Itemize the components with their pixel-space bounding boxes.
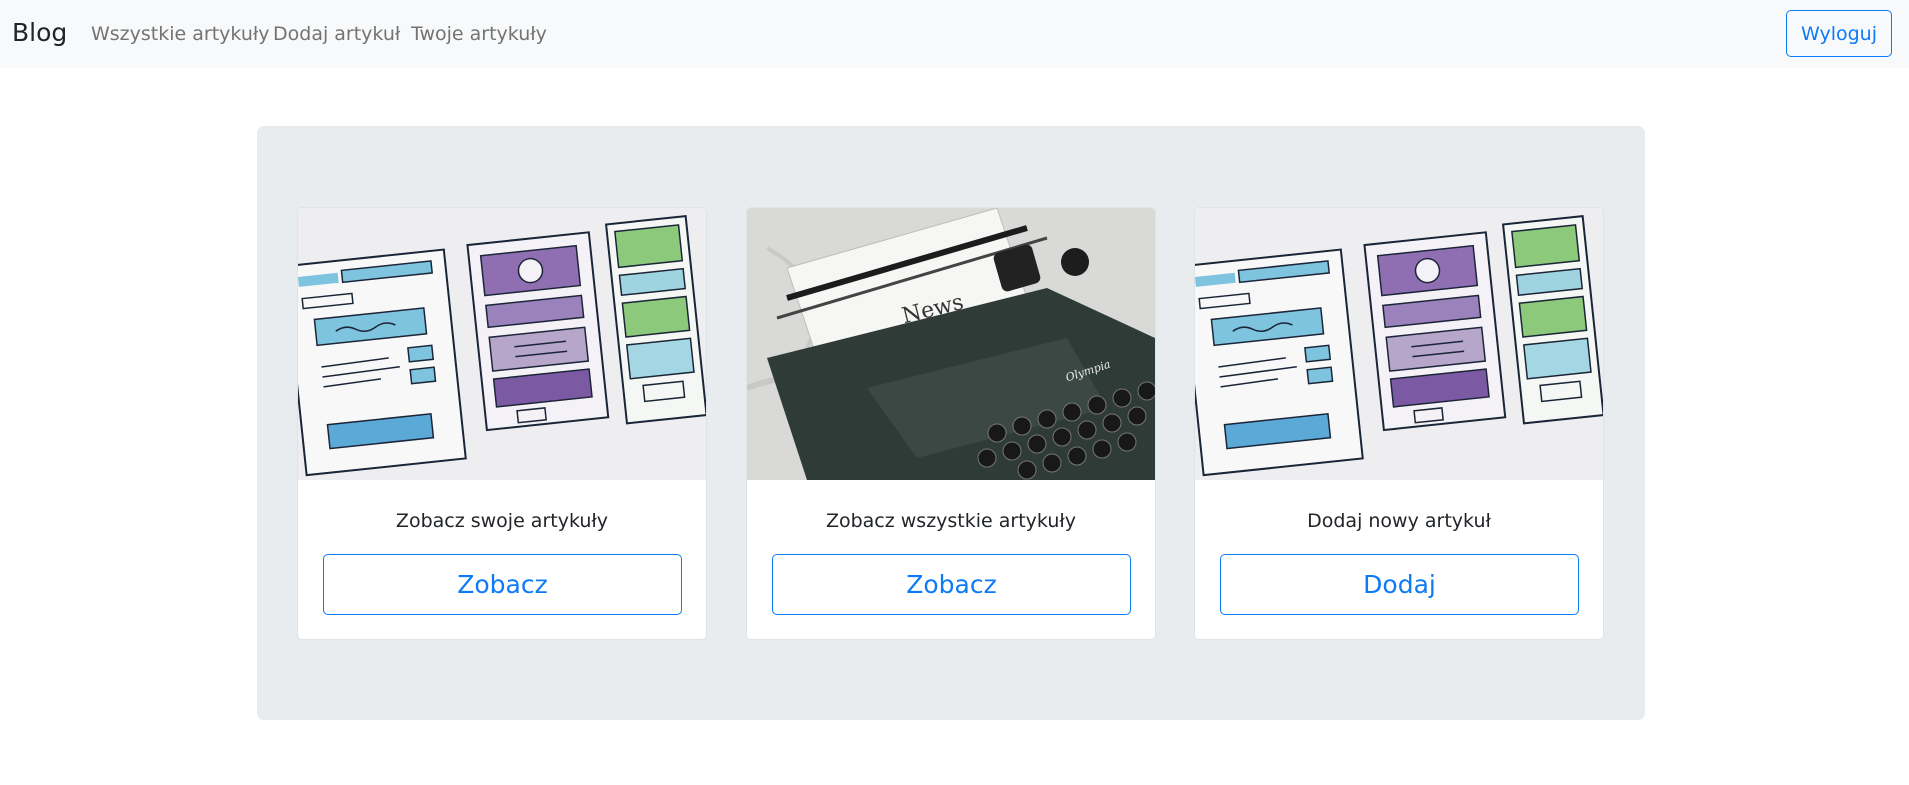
navbar: Blog Wszystkie artykuły Dodaj artykuł Tw… [0, 0, 1909, 68]
nav-link-add-article[interactable]: Dodaj artykuł [273, 23, 400, 45]
card-all-articles: News Olympia Zobacz wszystkie artykuły Z… [746, 207, 1156, 640]
nav-link-all-articles[interactable]: Wszystkie artykuły [91, 23, 270, 45]
card-text: Zobacz wszystkie artykuły [825, 510, 1077, 532]
card-add-article: Dodaj nowy artykuł Dodaj [1194, 207, 1604, 640]
wireframe-sketch-image [298, 208, 706, 480]
navbar-brand[interactable]: Blog [12, 18, 67, 47]
card-text: Zobacz swoje artykuły [395, 510, 609, 532]
card-your-articles: Zobacz swoje artykuły Zobacz [297, 207, 707, 640]
nav-link-your-articles[interactable]: Twoje artykuły [411, 23, 547, 45]
card-text: Dodaj nowy artykuł [1307, 510, 1491, 532]
add-article-button[interactable]: Dodaj [1220, 554, 1579, 615]
view-all-articles-button[interactable]: Zobacz [772, 554, 1131, 615]
wireframe-sketch-image [1195, 208, 1603, 480]
view-your-articles-button[interactable]: Zobacz [323, 554, 682, 615]
logout-button[interactable]: Wyloguj [1786, 10, 1892, 57]
typewriter-news-image: News Olympia [747, 208, 1155, 480]
